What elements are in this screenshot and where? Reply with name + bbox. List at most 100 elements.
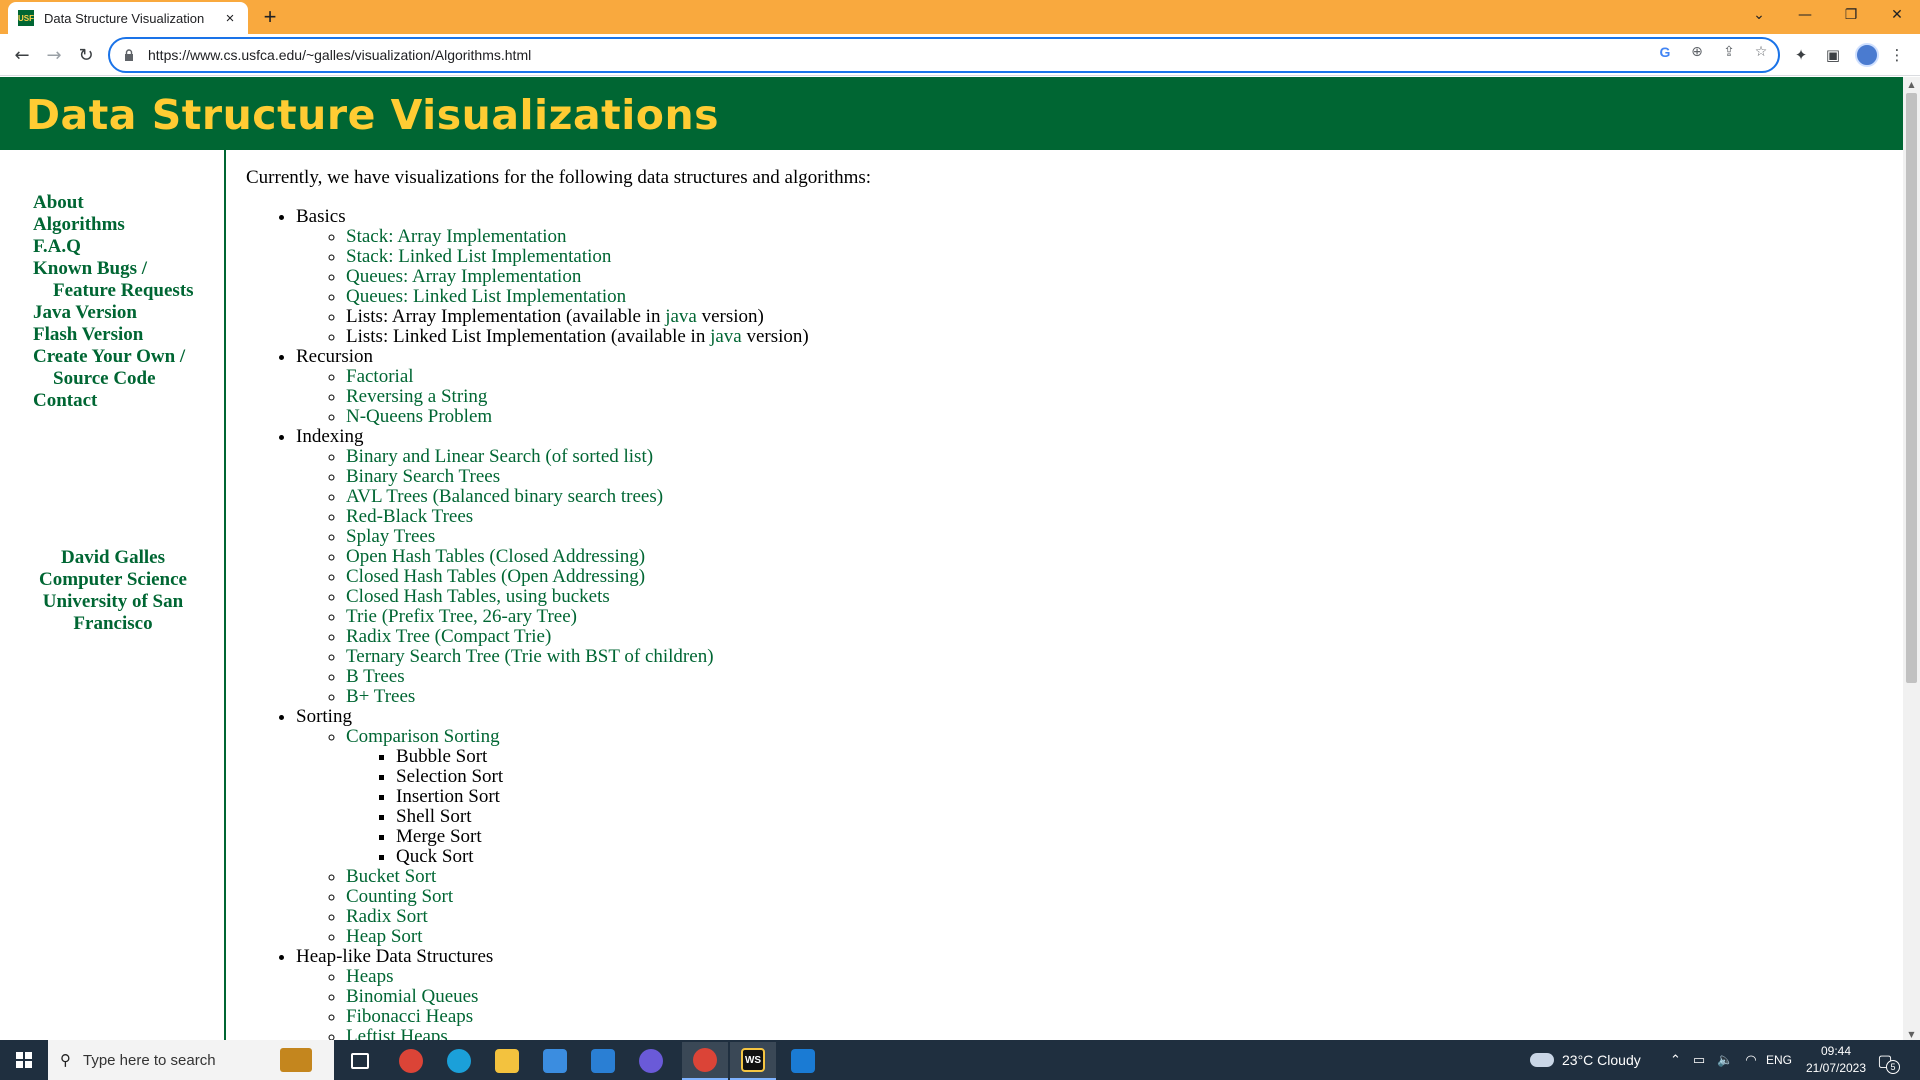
algorithm-link[interactable]: B+ Trees bbox=[346, 686, 415, 707]
algorithm-link[interactable]: N-Queens Problem bbox=[346, 406, 492, 427]
algorithm-link[interactable]: Comparison Sorting bbox=[346, 726, 500, 747]
list-item: N-Queens Problem bbox=[346, 407, 809, 427]
algorithm-link[interactable]: Closed Hash Tables (Open Addressing) bbox=[346, 566, 645, 587]
list-item: Comparison Sorting Bubble Sort Selection… bbox=[346, 727, 809, 867]
zoom-icon[interactable]: ⊕ bbox=[1687, 42, 1707, 62]
new-tab-icon[interactable]: + bbox=[258, 4, 282, 29]
windows-logo-icon bbox=[16, 1052, 32, 1068]
nav-source-code[interactable]: Source Code bbox=[33, 368, 223, 390]
java-link[interactable]: java bbox=[710, 326, 742, 347]
task-view-icon[interactable] bbox=[337, 1042, 383, 1080]
algorithm-link[interactable]: AVL Trees (Balanced binary search trees) bbox=[346, 486, 663, 507]
profile-avatar[interactable] bbox=[1855, 43, 1879, 67]
address-bar[interactable]: https://www.cs.usfca.edu/~galles/visuali… bbox=[108, 37, 1780, 73]
category-label: Recursion bbox=[296, 346, 374, 367]
list-item: Stack: Array Implementation bbox=[346, 227, 809, 247]
start-button[interactable] bbox=[0, 1040, 48, 1080]
algorithm-link[interactable]: Ternary Search Tree (Trie with BST of ch… bbox=[346, 646, 714, 667]
language-indicator[interactable]: ENG bbox=[1766, 1040, 1792, 1080]
algorithm-link[interactable]: Stack: Array Implementation bbox=[346, 226, 567, 247]
system-tray[interactable]: ⌃ ▭ 🔈 ◠ bbox=[1670, 1040, 1757, 1080]
algorithm-link[interactable]: Heap Sort bbox=[346, 926, 423, 947]
algorithm-link[interactable]: Queues: Linked List Implementation bbox=[346, 286, 626, 307]
nav-java-version[interactable]: Java Version bbox=[33, 302, 223, 324]
nav-known-bugs[interactable]: Known Bugs / bbox=[33, 258, 223, 280]
list-item: Red-Black Trees bbox=[346, 507, 809, 527]
minimize-icon[interactable]: — bbox=[1782, 0, 1828, 30]
algorithm-link[interactable]: Closed Hash Tables, using buckets bbox=[346, 586, 610, 607]
list-item: Radix Sort bbox=[346, 907, 809, 927]
nav-algorithms[interactable]: Algorithms bbox=[33, 214, 223, 236]
algorithm-link[interactable]: Trie (Prefix Tree, 26-ary Tree) bbox=[346, 606, 577, 627]
photos-icon[interactable] bbox=[780, 1042, 826, 1080]
chevron-up-icon[interactable]: ⌃ bbox=[1670, 1053, 1681, 1068]
file-explorer-icon[interactable] bbox=[484, 1042, 530, 1080]
nav-create-your-own[interactable]: Create Your Own / bbox=[33, 346, 223, 368]
algorithm-link[interactable]: Leftist Heaps bbox=[346, 1026, 448, 1042]
vertical-scrollbar[interactable]: ▲ ▼ bbox=[1903, 77, 1920, 1041]
algorithm-link[interactable]: Stack: Linked List Implementation bbox=[346, 246, 611, 267]
nav-faq[interactable]: F.A.Q bbox=[33, 236, 223, 258]
menu-kebab-icon[interactable]: ⋮ bbox=[1886, 44, 1908, 66]
list-item: Ternary Search Tree (Trie with BST of ch… bbox=[346, 647, 809, 667]
close-tab-icon[interactable]: × bbox=[222, 10, 238, 27]
webstorm-icon[interactable]: WS bbox=[730, 1042, 776, 1080]
share-icon[interactable]: ⇪ bbox=[1719, 42, 1739, 62]
algorithm-link[interactable]: Bucket Sort bbox=[346, 866, 436, 887]
nav-about[interactable]: About bbox=[33, 192, 223, 214]
algorithm-link[interactable]: Factorial bbox=[346, 366, 414, 387]
wifi-icon[interactable]: ◠ bbox=[1745, 1053, 1756, 1068]
algorithm-link[interactable]: Binary Search Trees bbox=[346, 466, 500, 487]
reload-icon[interactable]: ↻ bbox=[72, 41, 100, 69]
algorithm-link[interactable]: Heaps bbox=[346, 966, 393, 987]
chevron-down-icon[interactable]: ⌄ bbox=[1736, 0, 1782, 30]
list-item: Bucket Sort bbox=[346, 867, 809, 887]
nav-feature-requests[interactable]: Feature Requests bbox=[33, 280, 223, 302]
list-item: Binomial Queues bbox=[346, 987, 809, 1007]
scroll-up-icon[interactable]: ▲ bbox=[1903, 77, 1920, 91]
side-panel-icon[interactable]: ▣ bbox=[1822, 44, 1844, 66]
browser-toolbar: ← → ↻ https://www.cs.usfca.edu/~galles/v… bbox=[0, 34, 1920, 76]
scroll-down-icon[interactable]: ▼ bbox=[1903, 1027, 1920, 1041]
bookmark-star-icon[interactable]: ☆ bbox=[1751, 42, 1771, 62]
list-item: Reversing a String bbox=[346, 387, 809, 407]
version-text: version) bbox=[741, 326, 809, 347]
weather-widget[interactable]: 23°C Cloudy bbox=[1530, 1040, 1641, 1080]
google-lens-icon[interactable]: G bbox=[1655, 42, 1675, 62]
edge-icon[interactable] bbox=[436, 1042, 482, 1080]
extensions-icon[interactable]: ✦ bbox=[1790, 44, 1812, 66]
algorithm-link[interactable]: Queues: Array Implementation bbox=[346, 266, 581, 287]
java-link[interactable]: java bbox=[665, 306, 697, 327]
algorithm-link[interactable]: Red-Black Trees bbox=[346, 506, 473, 527]
algorithm-link[interactable]: Splay Trees bbox=[346, 526, 435, 547]
category-basics: Basics Stack: Array Implementation Stack… bbox=[296, 207, 809, 347]
algorithm-link[interactable]: Radix Tree (Compact Trie) bbox=[346, 626, 551, 647]
author-dept: Computer Science bbox=[39, 569, 187, 590]
algorithm-link[interactable]: Counting Sort bbox=[346, 886, 453, 907]
algorithm-link[interactable]: Binary and Linear Search (of sorted list… bbox=[346, 446, 653, 467]
algorithm-link[interactable]: B Trees bbox=[346, 666, 405, 687]
battery-icon[interactable]: ▭ bbox=[1693, 1053, 1705, 1068]
tab-active[interactable]: USF Data Structure Visualization × bbox=[8, 2, 248, 34]
algorithm-link[interactable]: Open Hash Tables (Closed Addressing) bbox=[346, 546, 645, 567]
chrome-icon[interactable] bbox=[388, 1042, 434, 1080]
algorithm-link[interactable]: Reversing a String bbox=[346, 386, 487, 407]
nav-contact[interactable]: Contact bbox=[33, 390, 223, 412]
algorithm-link[interactable]: Fibonacci Heaps bbox=[346, 1006, 473, 1027]
list-item: B Trees bbox=[346, 667, 809, 687]
page-viewport: Data Structure Visualizations About Algo… bbox=[0, 77, 1903, 1041]
close-window-icon[interactable]: ✕ bbox=[1874, 0, 1920, 30]
mail-icon[interactable] bbox=[580, 1042, 626, 1080]
forward-arrow-icon[interactable]: → bbox=[40, 41, 68, 69]
algorithm-link[interactable]: Radix Sort bbox=[346, 906, 428, 927]
algorithm-link[interactable]: Binomial Queues bbox=[346, 986, 478, 1007]
restore-icon[interactable]: ❐ bbox=[1828, 0, 1874, 30]
chrome-active-icon[interactable] bbox=[682, 1042, 728, 1080]
back-arrow-icon[interactable]: ← bbox=[8, 41, 36, 69]
taskbar-clock[interactable]: 09:44 21/07/2023 bbox=[1796, 1043, 1876, 1077]
store-icon[interactable] bbox=[532, 1042, 578, 1080]
scrollbar-thumb[interactable] bbox=[1906, 93, 1917, 683]
volume-icon[interactable]: 🔈 bbox=[1717, 1053, 1733, 1068]
media-player-icon[interactable] bbox=[628, 1042, 674, 1080]
nav-flash-version[interactable]: Flash Version bbox=[33, 324, 223, 346]
